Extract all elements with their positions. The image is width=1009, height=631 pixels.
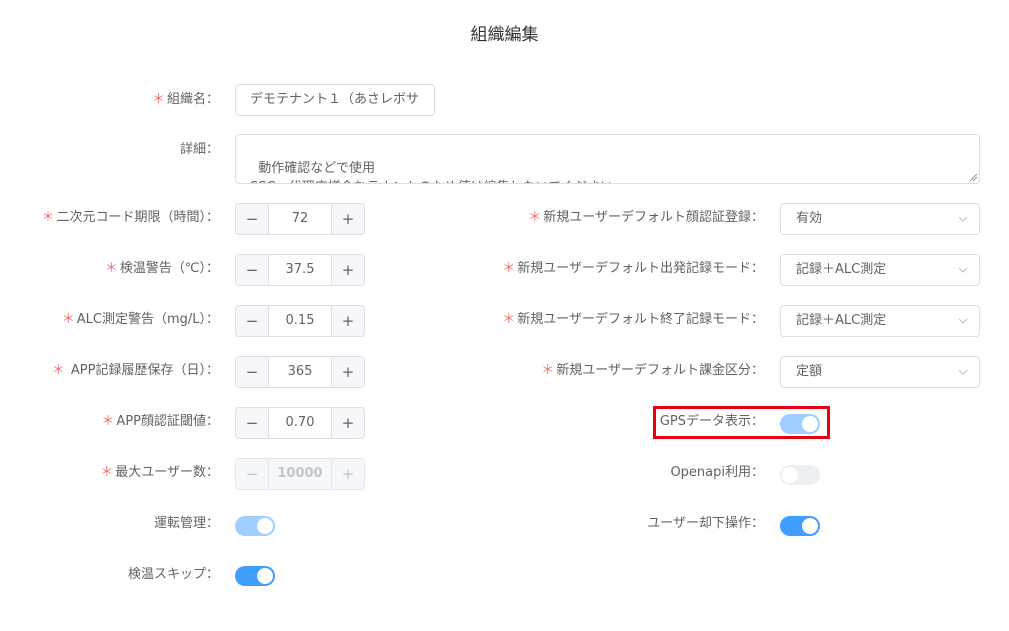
org-name-input[interactable]: デモテナント１（あさレボサ — [235, 84, 435, 116]
temp-skip-switch[interactable] — [235, 566, 275, 586]
max-users-stepper: − 10000 + — [235, 458, 365, 490]
default-face-reg-label: ＊新規ユーザーデフォルト顔認証登録： — [528, 210, 764, 225]
decrement-button[interactable]: − — [236, 255, 269, 285]
temp-warning-stepper[interactable]: − 37.5 + — [235, 254, 365, 286]
app-history-label: ＊ APP記録履歴保存（日）： — [51, 363, 219, 378]
increment-button[interactable]: + — [331, 255, 364, 285]
switch-knob — [802, 518, 818, 534]
increment-button[interactable]: + — [331, 204, 364, 234]
switch-knob — [257, 518, 273, 534]
alc-warning-stepper[interactable]: − 0.15 + — [235, 305, 365, 337]
user-reject-label: ユーザー却下操作： — [647, 516, 764, 531]
max-users-value: 10000 — [277, 466, 323, 481]
face-threshold-stepper[interactable]: − 0.70 + — [235, 407, 365, 439]
highlight-box — [653, 406, 830, 439]
default-billing-label: ＊新規ユーザーデフォルト課金区分： — [541, 363, 764, 378]
required-mark: ＊ — [502, 261, 516, 276]
app-history-value[interactable]: 365 — [269, 357, 331, 387]
page-title: 組織編集 — [470, 25, 539, 45]
decrement-button[interactable]: − — [236, 357, 269, 387]
org-name-label: ＊組織名： — [151, 92, 219, 107]
required-mark: ＊ — [541, 363, 555, 378]
app-history-stepper[interactable]: − 365 + — [235, 356, 365, 388]
switch-knob — [257, 568, 273, 584]
alc-warning-label: ＊ ALC測定警告（mg/L）： — [61, 312, 219, 327]
openapi-label: Openapi利用： — [670, 465, 764, 480]
chevron-down-icon — [958, 369, 968, 375]
default-departure-mode-label: ＊新規ユーザーデフォルト出発記録モード： — [502, 261, 764, 276]
decrement-button[interactable]: − — [236, 204, 269, 234]
alc-warning-value[interactable]: 0.15 — [269, 306, 331, 336]
default-face-reg-value: 有効 — [796, 211, 823, 226]
driving-mgmt-label: 運転管理： — [153, 516, 219, 531]
face-threshold-label: ＊ APP顔認証閾値： — [101, 414, 219, 429]
default-end-mode-label: ＊新規ユーザーデフォルト終了記録モード： — [502, 312, 764, 327]
required-mark: ＊ — [51, 363, 65, 378]
default-billing-value: 定額 — [796, 364, 823, 379]
chevron-down-icon — [958, 318, 968, 324]
required-mark: ＊ — [100, 465, 114, 480]
max-users-label: ＊最大ユーザー数： — [100, 465, 219, 480]
resize-handle-icon[interactable] — [969, 173, 977, 181]
required-mark: ＊ — [41, 210, 55, 225]
default-billing-select[interactable]: 定額 — [780, 356, 980, 388]
required-mark: ＊ — [502, 312, 516, 327]
driving-mgmt-switch[interactable] — [235, 516, 275, 536]
details-text: 動作確認などで使用 SSC、代理店様含むテナントのため値は編集しないでください。 — [250, 161, 626, 183]
default-end-mode-select[interactable]: 記録＋ALC測定 — [780, 305, 980, 337]
chevron-down-icon — [958, 216, 968, 222]
required-mark: ＊ — [151, 92, 165, 107]
chevron-down-icon — [958, 267, 968, 273]
qr-expiry-label: ＊二次元コード期限（時間）： — [41, 210, 219, 225]
switch-knob — [782, 467, 798, 483]
increment-button: + — [331, 459, 364, 489]
increment-button[interactable]: + — [331, 306, 364, 336]
default-face-reg-select[interactable]: 有効 — [780, 203, 980, 235]
increment-button[interactable]: + — [331, 408, 364, 438]
default-departure-mode-value: 記録＋ALC測定 — [796, 262, 887, 277]
qr-expiry-stepper[interactable]: − 72 + — [235, 203, 365, 235]
decrement-button[interactable]: − — [236, 408, 269, 438]
user-reject-switch[interactable] — [780, 516, 820, 536]
qr-expiry-value[interactable]: 72 — [269, 204, 331, 234]
increment-button[interactable]: + — [331, 357, 364, 387]
face-threshold-value[interactable]: 0.70 — [269, 408, 331, 438]
decrement-button: − — [236, 459, 269, 489]
openapi-switch[interactable] — [780, 465, 820, 485]
default-end-mode-value: 記録＋ALC測定 — [796, 313, 887, 328]
required-mark: ＊ — [104, 261, 118, 276]
temp-skip-label: 検温スキップ： — [127, 567, 219, 582]
details-textarea[interactable]: 動作確認などで使用 SSC、代理店様含むテナントのため値は編集しないでください。 — [235, 134, 980, 184]
required-mark: ＊ — [528, 210, 542, 225]
temp-warning-label: ＊検温警告（℃）： — [104, 261, 219, 276]
required-mark: ＊ — [101, 414, 115, 429]
default-departure-mode-select[interactable]: 記録＋ALC測定 — [780, 254, 980, 286]
required-mark: ＊ — [61, 312, 75, 327]
details-label: 詳細： — [179, 142, 219, 157]
temp-warning-value[interactable]: 37.5 — [269, 255, 331, 285]
decrement-button[interactable]: − — [236, 306, 269, 336]
